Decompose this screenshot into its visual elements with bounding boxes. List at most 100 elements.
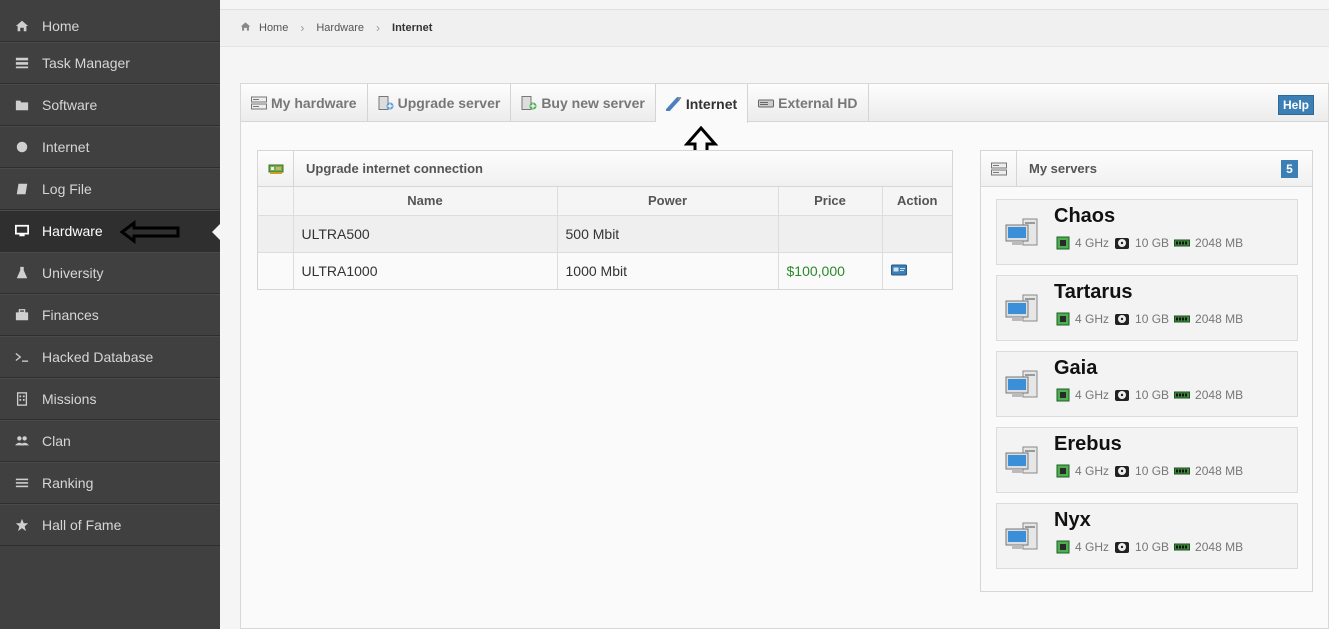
tab-upgrade-server[interactable]: Upgrade server (368, 84, 512, 122)
tab-label: Internet (685, 95, 738, 112)
ram-icon (1174, 467, 1191, 475)
sidebar-item-clan[interactable]: Clan (0, 420, 220, 462)
server-specs: 4 GHz 10 GB 2048 MB (1056, 236, 1248, 250)
book-icon (14, 181, 30, 197)
sidebar-item-internet[interactable]: Internet (0, 126, 220, 168)
tab-external-hd[interactable]: External HD (748, 84, 869, 122)
hdd-spec: 10 GB (1135, 388, 1170, 402)
sidebar-item-label: University (42, 265, 104, 281)
hdd-icon (1115, 466, 1130, 477)
flask-icon (14, 265, 30, 281)
sidebar-item-finances[interactable]: Finances (0, 294, 220, 336)
server-card-erebus[interactable]: Erebus 4 GHz 10 GB 2048 MB (996, 427, 1298, 493)
sidebar-item-hacked-database[interactable]: Hacked Database (0, 336, 220, 378)
home-icon (14, 18, 30, 34)
tab-my-hardware[interactable]: My hardware (241, 84, 368, 122)
hdd-icon (1115, 314, 1130, 325)
desktop-icon (14, 223, 30, 239)
sidebar-item-university[interactable]: University (0, 252, 220, 294)
sidebar-item-log-file[interactable]: Log File (0, 168, 220, 210)
hdd-icon (1115, 390, 1130, 401)
sidebar-item-hardware[interactable]: Hardware (0, 210, 220, 252)
server-card-chaos[interactable]: Chaos 4 GHz 10 GB 2048 MB (996, 199, 1298, 265)
table-cell-name: ULTRA1000 (293, 252, 558, 289)
table-cell-power: 1000 Mbit (557, 252, 779, 289)
sidebar-item-label: Hall of Fame (42, 517, 122, 533)
sidebar-item-hall-of-fame[interactable]: Hall of Fame (0, 504, 220, 546)
widget-title: My servers (1029, 161, 1097, 176)
breadcrumb-label: Home (259, 22, 289, 34)
cpu-icon (1056, 312, 1070, 326)
chevron-right-icon: › (300, 21, 305, 35)
active-caret (212, 224, 220, 240)
table-cell-blank (258, 215, 294, 253)
sidebar-item-label: Internet (42, 139, 90, 155)
column-header-blank (258, 187, 294, 216)
sidebar-item-ranking[interactable]: Ranking (0, 462, 220, 504)
sidebar-item-missions[interactable]: Missions (0, 378, 220, 420)
tab-bar: My hardware Upgrade server Buy new serve… (241, 84, 1328, 123)
tab-label: External HD (778, 95, 858, 111)
folder-icon (14, 97, 30, 113)
cpu-spec: 4 GHz (1075, 236, 1110, 250)
briefcase-icon (14, 307, 30, 323)
upgrade-server-icon (378, 96, 394, 110)
server-specs: 4 GHz 10 GB 2048 MB (1056, 312, 1248, 326)
tab-internet[interactable]: Internet (655, 84, 749, 123)
computer-icon (1005, 370, 1038, 398)
main-panel: My hardware Upgrade server Buy new serve… (240, 83, 1329, 629)
hdd-spec: 10 GB (1135, 312, 1170, 326)
ram-icon (1174, 239, 1191, 247)
cpu-spec: 4 GHz (1075, 388, 1110, 402)
server-specs: 4 GHz 10 GB 2048 MB (1056, 540, 1248, 554)
tasks-icon (14, 55, 30, 71)
sidebar-item-software[interactable]: Software (0, 84, 220, 126)
column-header-power: Power (557, 187, 779, 216)
hard-drive-icon (758, 99, 775, 108)
tab-label: Buy new server (541, 95, 645, 111)
help-button[interactable]: Help (1277, 95, 1314, 115)
breadcrumb-label: Hardware (316, 22, 365, 34)
ram-icon (1174, 391, 1191, 399)
server-specs: 4 GHz 10 GB 2048 MB (1056, 388, 1248, 402)
hdd-spec: 10 GB (1135, 540, 1170, 554)
server-card-gaia[interactable]: Gaia 4 GHz 10 GB 2048 MB (996, 351, 1298, 417)
server-name: Chaos (1054, 205, 1116, 227)
breadcrumb-home[interactable]: Home (240, 21, 288, 35)
hdd-spec: 10 GB (1135, 464, 1170, 478)
server-name: Nyx (1054, 509, 1091, 531)
table-cell-price (778, 215, 883, 253)
server-specs: 4 GHz 10 GB 2048 MB (1056, 464, 1248, 478)
cpu-spec: 4 GHz (1075, 540, 1110, 554)
buy-card-icon[interactable] (890, 264, 907, 276)
sidebar-item-home[interactable]: Home (0, 10, 220, 42)
sidebar-item-task-manager[interactable]: Task Manager (0, 42, 220, 84)
server-card-tartarus[interactable]: Tartarus 4 GHz 10 GB 2048 MB (996, 275, 1298, 341)
sidebar: Home Task Manager Software Internet Log … (0, 0, 220, 629)
cpu-icon (1056, 388, 1070, 402)
table-cell-blank (258, 252, 294, 289)
column-header-price: Price (778, 187, 883, 216)
cpu-icon (1056, 540, 1070, 554)
tab-label: My hardware (271, 95, 357, 111)
chevron-right-icon: › (376, 21, 381, 35)
sidebar-item-label: Clan (42, 433, 71, 449)
sidebar-item-label: Log File (42, 181, 92, 197)
ram-spec: 2048 MB (1195, 312, 1244, 326)
widget-header: Upgrade internet connection (258, 150, 952, 187)
breadcrumb-label: Internet (392, 22, 433, 34)
tab-label: Upgrade server (397, 95, 501, 111)
widget-header: My servers 5 (981, 150, 1312, 187)
sidebar-item-label: Hacked Database (42, 349, 154, 365)
breadcrumb-hardware[interactable]: Hardware (316, 22, 364, 34)
cpu-icon (1056, 236, 1070, 250)
column-header-action: Action (882, 187, 952, 216)
building-icon (14, 391, 30, 407)
server-card-nyx[interactable]: Nyx 4 GHz 10 GB 2048 MB (996, 503, 1298, 569)
computer-icon (1005, 446, 1038, 474)
tab-buy-new-server[interactable]: Buy new server (511, 84, 656, 122)
computer-icon (1005, 218, 1038, 246)
column-header-name: Name (293, 187, 558, 216)
server-count-badge: 5 (1281, 160, 1298, 178)
server-icon (981, 150, 1017, 187)
